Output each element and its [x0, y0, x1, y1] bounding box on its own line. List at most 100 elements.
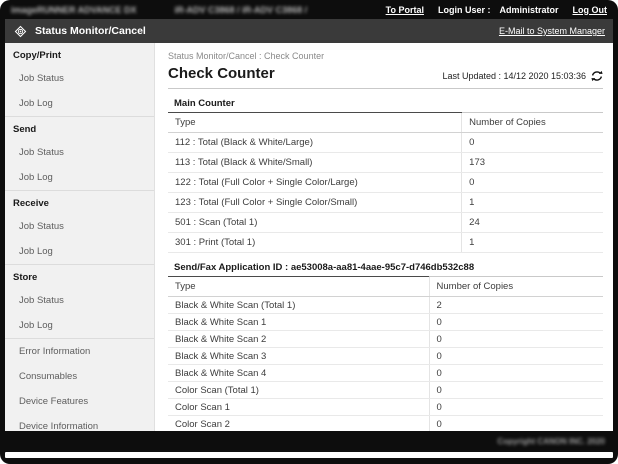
copies-cell: 0: [428, 364, 604, 382]
sidebar-item-store-job-log[interactable]: Job Log: [5, 313, 154, 338]
main-counter-section: Main Counter Type Number of Copies 112 :…: [168, 96, 604, 253]
table-row: 301 : Print (Total 1) 1: [168, 232, 604, 253]
type-cell: Color Scan (Total 1): [168, 381, 430, 399]
main-counter-table: Type Number of Copies 112 : Total (Black…: [168, 113, 604, 253]
type-cell: Black & White Scan 2: [168, 330, 430, 348]
table-header-row: Type Number of Copies: [168, 113, 604, 133]
email-to-system-manager-link[interactable]: E-Mail to System Manager: [499, 26, 605, 36]
login-user-label: Login User :: [437, 4, 491, 15]
copies-cell: 0: [428, 330, 604, 348]
column-header-type: Type: [168, 277, 430, 297]
section-rule: [429, 276, 604, 277]
column-header-copies: Number of Copies: [461, 113, 604, 133]
sidebar-item-copy-print-job-status[interactable]: Job Status: [5, 66, 154, 91]
copies-cell: 0: [428, 313, 604, 331]
content-area: Status Monitor/Cancel : Check Counter Ch…: [155, 43, 613, 431]
type-cell: Color Scan 2: [168, 415, 430, 431]
type-cell: 113 : Total (Black & White/Small): [168, 152, 462, 173]
sidebar-section-send: Send: [5, 116, 154, 140]
sidebar-item-receive-job-log[interactable]: Job Log: [5, 239, 154, 264]
top-bar-links: To Portal Login User : Administrator Log…: [386, 5, 607, 15]
copies-cell: 0: [461, 132, 604, 153]
table-row: 122 : Total (Full Color + Single Color/L…: [168, 172, 604, 193]
sendfax-title: Send/Fax Application ID : ae53008a-aa81-…: [168, 260, 474, 277]
type-cell: Black & White Scan 3: [168, 347, 430, 365]
breadcrumb: Status Monitor/Cancel : Check Counter: [168, 51, 325, 61]
copies-cell: 173: [461, 152, 604, 173]
window-bottom-strip: [5, 452, 613, 458]
table-row: Color Scan 10: [168, 398, 604, 416]
column-header-copies: Number of Copies: [428, 277, 604, 297]
device-model-redacted: iR-ADV C3868 / iR-ADV C3868 /: [174, 4, 308, 15]
copies-cell: 0: [428, 415, 604, 431]
sidebar: Copy/Print Job Status Job Log Send Job S…: [5, 43, 155, 431]
copies-cell: 0: [428, 398, 604, 416]
type-cell: 123 : Total (Full Color + Single Color/S…: [168, 192, 462, 213]
type-cell: Black & White Scan 4: [168, 364, 430, 382]
sidebar-item-device-features[interactable]: Device Features: [5, 389, 154, 414]
last-updated: Last Updated : 14/12 2020 15:03:36: [442, 70, 603, 82]
table-row: Color Scan (Total 1) 0: [168, 381, 604, 399]
app-bar: Status Monitor/Cancel E-Mail to System M…: [5, 19, 613, 43]
refresh-icon[interactable]: [591, 70, 603, 82]
sendfax-table: Type Number of Copies Black & White Scan…: [168, 277, 604, 431]
sendfax-header: Send/Fax Application ID : ae53008a-aa81-…: [168, 260, 604, 277]
copies-cell: 0: [428, 347, 604, 365]
browser-frame: imageRUNNER ADVANCE DX iR-ADV C3868 / iR…: [0, 0, 618, 464]
table-row: Color Scan 20: [168, 415, 604, 431]
to-portal-link[interactable]: To Portal: [386, 5, 424, 15]
table-row: 501 : Scan (Total 1) 24: [168, 212, 604, 233]
page-body: Copy/Print Job Status Job Log Send Job S…: [5, 43, 613, 431]
sidebar-item-send-job-log[interactable]: Job Log: [5, 165, 154, 190]
copies-cell: 1: [461, 192, 604, 213]
type-cell: 501 : Scan (Total 1): [168, 212, 462, 233]
copies-cell: 0: [461, 172, 604, 193]
sendfax-section: Send/Fax Application ID : ae53008a-aa81-…: [168, 260, 604, 431]
type-cell: Black & White Scan (Total 1): [168, 296, 430, 314]
table-row: 113 : Total (Black & White/Small) 173: [168, 152, 604, 173]
login-user-value: Administrator: [499, 4, 559, 15]
sidebar-item-copy-print-job-log[interactable]: Job Log: [5, 91, 154, 116]
top-bar: imageRUNNER ADVANCE DX iR-ADV C3868 / iR…: [5, 0, 613, 19]
sidebar-item-store-job-status[interactable]: Job Status: [5, 288, 154, 313]
last-updated-text: Last Updated : 14/12 2020 15:03:36: [442, 71, 587, 81]
type-cell: 301 : Print (Total 1): [168, 232, 462, 253]
sidebar-section-copy-print: Copy/Print: [13, 50, 62, 61]
copyright-redacted: Copyright CANON INC. 2020: [497, 437, 605, 446]
type-cell: Color Scan 1: [168, 398, 430, 416]
sidebar-item-device-information[interactable]: Device Information: [5, 414, 154, 431]
page-title: Check Counter: [168, 65, 275, 82]
section-rule: [461, 112, 604, 113]
main-counter-header: Main Counter: [168, 96, 604, 113]
table-row: Black & White Scan 10: [168, 313, 604, 331]
sidebar-item-receive-job-status[interactable]: Job Status: [5, 214, 154, 239]
table-row: Black & White Scan 20: [168, 330, 604, 348]
copies-cell: 2: [428, 296, 604, 314]
sidebar-section-store: Store: [5, 264, 154, 288]
device-name-redacted: imageRUNNER ADVANCE DX: [11, 4, 137, 15]
copies-cell: 1: [461, 232, 604, 253]
footer-bar: Copyright CANON INC. 2020: [5, 431, 613, 452]
app-title: Status Monitor/Cancel: [35, 25, 146, 37]
table-row: 112 : Total (Black & White/Large) 0: [168, 132, 604, 153]
type-cell: 122 : Total (Full Color + Single Color/L…: [168, 172, 462, 193]
table-row: Black & White Scan 40: [168, 364, 604, 382]
title-row: Check Counter Last Updated : 14/12 2020 …: [168, 65, 604, 89]
column-header-type: Type: [168, 113, 462, 133]
table-row: Black & White Scan 30: [168, 347, 604, 365]
table-header-row: Type Number of Copies: [168, 277, 604, 297]
table-row: Black & White Scan (Total 1) 2: [168, 296, 604, 314]
sidebar-item-error-information[interactable]: Error Information: [5, 338, 154, 364]
copies-cell: 0: [428, 381, 604, 399]
type-cell: Black & White Scan 1: [168, 313, 430, 331]
sidebar-item-send-job-status[interactable]: Job Status: [5, 140, 154, 165]
log-out-link[interactable]: Log Out: [573, 5, 608, 15]
device-identity: imageRUNNER ADVANCE DX iR-ADV C3868 / iR…: [11, 5, 307, 15]
table-row: 123 : Total (Full Color + Single Color/S…: [168, 192, 604, 213]
sidebar-item-consumables[interactable]: Consumables: [5, 364, 154, 389]
sidebar-section-receive: Receive: [5, 190, 154, 214]
status-monitor-diamond-icon: [13, 24, 28, 39]
type-cell: 112 : Total (Black & White/Large): [168, 132, 462, 153]
login-user: Login User : Administrator: [438, 5, 559, 15]
main-counter-title: Main Counter: [168, 96, 462, 113]
